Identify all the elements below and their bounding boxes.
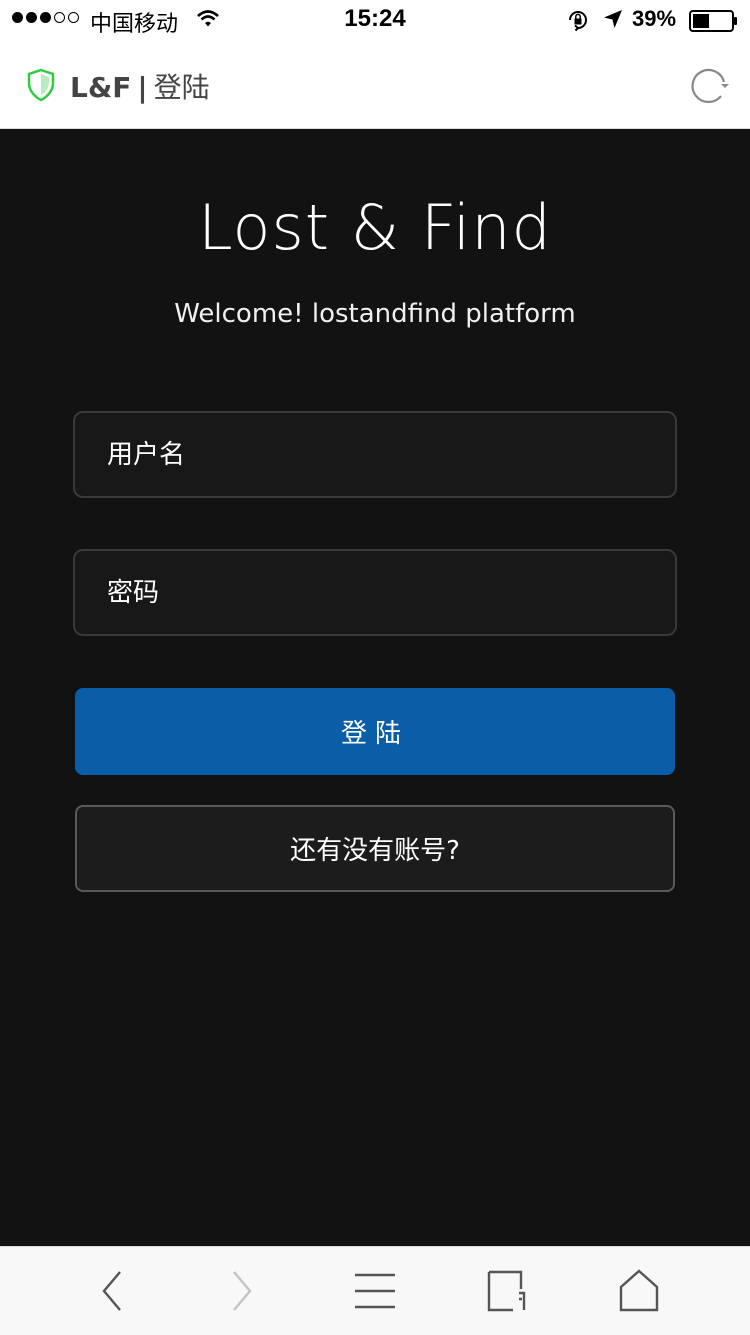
- browser-toolbar: [0, 1246, 750, 1335]
- home-icon[interactable]: [618, 1269, 660, 1317]
- carrier-name: 中国移动: [90, 12, 179, 37]
- menu-icon[interactable]: [354, 1269, 396, 1317]
- username-field: [73, 411, 677, 498]
- page-title: L&F | 登陆: [70, 66, 210, 106]
- battery-icon: [689, 10, 739, 37]
- brand-name: L&F: [70, 71, 132, 104]
- reload-icon[interactable]: [688, 64, 730, 110]
- tabs-icon[interactable]: [486, 1269, 528, 1317]
- shield-icon: [27, 68, 55, 106]
- password-input[interactable]: [75, 551, 675, 634]
- app-title: Lost & Find: [198, 191, 552, 264]
- battery-percentage: 39%: [632, 6, 677, 31]
- wifi-icon: [196, 8, 220, 35]
- password-field: [73, 549, 677, 636]
- browser-header: L&F | 登陆: [0, 40, 750, 129]
- login-button[interactable]: 登陆: [75, 688, 675, 775]
- status-bar: 中国移动 15:24 39%: [0, 0, 750, 40]
- login-panel: Lost & Find Welcome! lostandfind platfor…: [0, 129, 750, 1246]
- status-time: 15:24: [344, 5, 406, 32]
- title-separator: |: [137, 71, 148, 104]
- app-subtitle: Welcome! lostandfind platform: [174, 299, 576, 329]
- signal-strength-icon: [12, 12, 79, 23]
- username-input[interactable]: [75, 413, 675, 496]
- page-name: 登陆: [153, 71, 210, 104]
- location-arrow-icon: [602, 8, 624, 35]
- orientation-lock-icon: [566, 8, 590, 37]
- back-arrow-icon[interactable]: [96, 1269, 126, 1317]
- forward-arrow-icon[interactable]: [226, 1269, 256, 1317]
- register-button[interactable]: 还有没有账号?: [75, 805, 675, 892]
